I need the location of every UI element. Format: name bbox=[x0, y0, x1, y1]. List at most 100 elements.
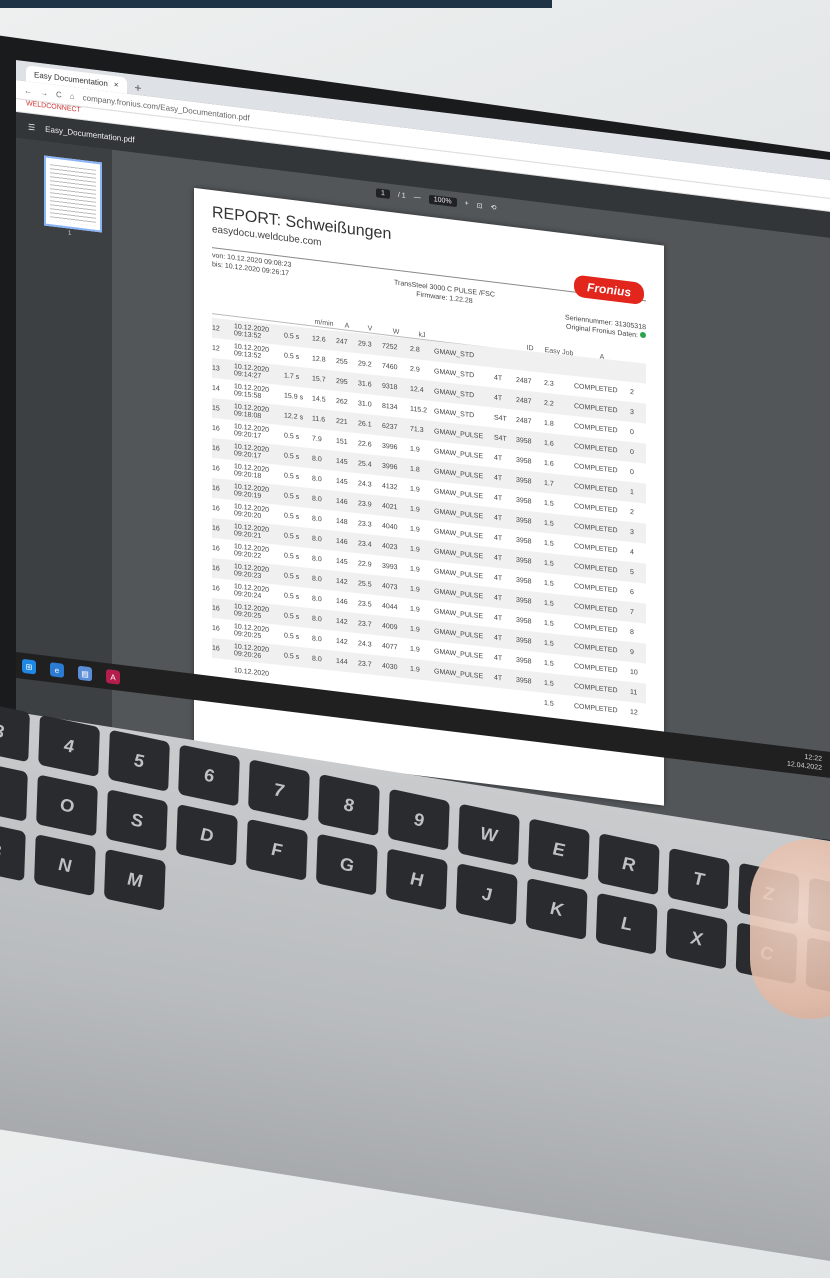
table-cell: 4023 bbox=[382, 542, 398, 551]
keyboard-key[interactable]: G bbox=[315, 833, 378, 896]
menu-icon[interactable]: ☰ bbox=[28, 122, 35, 132]
table-cell: 0.5 s bbox=[284, 551, 300, 561]
new-tab-button[interactable]: + bbox=[135, 81, 142, 96]
table-cell: 3958 bbox=[516, 576, 532, 586]
table-cell: 0.5 s bbox=[284, 511, 300, 521]
table-cell: 13 bbox=[212, 364, 220, 373]
zoom-level[interactable]: 100% bbox=[428, 194, 457, 208]
keyboard-key[interactable]: N bbox=[34, 833, 96, 897]
table-cell: 16 bbox=[212, 584, 220, 593]
table-cell: 0 bbox=[630, 428, 634, 436]
zoom-in-button[interactable]: + bbox=[465, 200, 469, 208]
table-cell: 12.6 bbox=[312, 334, 326, 344]
table-cell: COMPLETED bbox=[574, 482, 618, 495]
table-cell: 148 bbox=[336, 517, 348, 526]
table-cell: 0.5 s bbox=[284, 351, 300, 361]
table-cell: GMAW_PULSE bbox=[434, 627, 484, 640]
table-cell: 1.5 bbox=[544, 579, 554, 588]
table-cell: 10.12.2020 09:15:58 bbox=[234, 383, 270, 401]
explorer-icon[interactable]: ▤ bbox=[78, 665, 92, 682]
keyboard-key[interactable]: K bbox=[525, 877, 588, 941]
table-cell: GMAW_PULSE bbox=[434, 487, 484, 500]
rotate-icon[interactable]: ⟲ bbox=[491, 203, 497, 212]
page-thumbnail[interactable] bbox=[44, 155, 102, 233]
keyboard-key[interactable]: I bbox=[0, 759, 28, 822]
table-cell: 4T bbox=[494, 614, 503, 622]
table-cell: 3958 bbox=[516, 636, 532, 646]
table-cell: 12 bbox=[630, 708, 638, 717]
table-cell: 16 bbox=[212, 484, 220, 493]
table-cell: 2 bbox=[630, 388, 634, 396]
page-number-input[interactable]: 1 bbox=[376, 188, 390, 199]
table-cell: 3 bbox=[630, 408, 634, 416]
table-cell: 16 bbox=[212, 604, 220, 613]
keyboard-key[interactable]: O bbox=[36, 774, 98, 837]
home-icon[interactable]: ⌂ bbox=[70, 91, 75, 101]
table-cell: 22.9 bbox=[358, 559, 372, 569]
keyboard-key[interactable]: S bbox=[106, 789, 168, 852]
keyboard-key[interactable]: M bbox=[103, 848, 166, 912]
table-cell: 1.9 bbox=[410, 585, 420, 594]
table-cell bbox=[410, 689, 434, 692]
keyboard-key[interactable]: F bbox=[245, 818, 308, 882]
keyboard-key[interactable]: B bbox=[0, 819, 26, 882]
table-cell: COMPLETED bbox=[574, 382, 618, 395]
table-cell: 11.6 bbox=[312, 414, 326, 424]
table-cell bbox=[312, 678, 336, 681]
table-cell: COMPLETED bbox=[574, 702, 618, 715]
table-cell: 16 bbox=[212, 444, 220, 453]
table-cell: 1.9 bbox=[410, 525, 420, 534]
back-icon[interactable]: ← bbox=[24, 85, 32, 95]
table-cell: 8.0 bbox=[312, 554, 322, 563]
table-cell: 3958 bbox=[516, 616, 532, 626]
zoom-out-button[interactable]: — bbox=[414, 194, 421, 202]
table-cell: 8.0 bbox=[312, 494, 322, 503]
table-cell: 3996 bbox=[382, 442, 398, 451]
table-cell: 8 bbox=[630, 628, 634, 636]
start-icon[interactable]: ⊞ bbox=[22, 658, 36, 675]
table-cell: GMAW_PULSE bbox=[434, 547, 484, 560]
table-cell: 12.4 bbox=[410, 385, 424, 394]
keyboard-key[interactable]: J bbox=[455, 863, 518, 926]
table-cell: GMAW_PULSE bbox=[434, 567, 484, 580]
table-cell: 29.3 bbox=[358, 339, 372, 349]
table-cell: 15.7 bbox=[312, 374, 326, 384]
table-cell: 10.12.2020 09:20:17 bbox=[234, 423, 270, 441]
fit-page-icon[interactable]: ⊡ bbox=[477, 201, 483, 210]
table-cell: 1.9 bbox=[410, 445, 420, 454]
table-cell: 23.5 bbox=[358, 599, 372, 609]
forward-icon[interactable]: → bbox=[40, 87, 48, 97]
table-cell: 146 bbox=[336, 497, 348, 506]
edge-icon[interactable]: e bbox=[50, 662, 64, 678]
table-cell: 10.12.2020 09:20:25 bbox=[234, 623, 270, 641]
table-cell: 10.12.2020 09:20:19 bbox=[234, 483, 270, 501]
keyboard-key[interactable]: X bbox=[665, 907, 728, 970]
column-header bbox=[284, 322, 312, 325]
table-cell: 2.3 bbox=[544, 379, 554, 388]
keyboard-key[interactable]: H bbox=[385, 848, 448, 911]
reload-icon[interactable]: C bbox=[56, 89, 62, 99]
table-cell: 24.3 bbox=[358, 479, 372, 489]
table-cell: COMPLETED bbox=[574, 542, 618, 555]
acrobat-icon[interactable]: A bbox=[106, 669, 120, 685]
table-cell: 25.4 bbox=[358, 459, 372, 469]
table-cell: 2.2 bbox=[544, 399, 554, 408]
table-cell: 8134 bbox=[382, 402, 398, 411]
table-cell: 3958 bbox=[516, 556, 532, 566]
keyboard-key[interactable]: D bbox=[176, 803, 238, 867]
table-cell: COMPLETED bbox=[574, 422, 618, 435]
table-cell bbox=[212, 668, 234, 670]
table-cell: GMAW_STD bbox=[434, 347, 475, 359]
close-icon[interactable]: × bbox=[114, 80, 119, 90]
table-cell: 4T bbox=[494, 574, 503, 582]
table-cell: 16 bbox=[212, 624, 220, 633]
table-cell: 4073 bbox=[382, 582, 398, 591]
table-cell: 1 bbox=[630, 488, 634, 496]
table-cell bbox=[434, 691, 494, 697]
table-cell: 8.0 bbox=[312, 654, 322, 663]
keyboard-key[interactable]: L bbox=[595, 892, 658, 955]
table-cell: 4009 bbox=[382, 622, 398, 631]
table-cell: 8.0 bbox=[312, 594, 322, 603]
table-cell: 10.12.2020 09:20:23 bbox=[234, 563, 270, 581]
table-cell: 3993 bbox=[382, 562, 398, 571]
